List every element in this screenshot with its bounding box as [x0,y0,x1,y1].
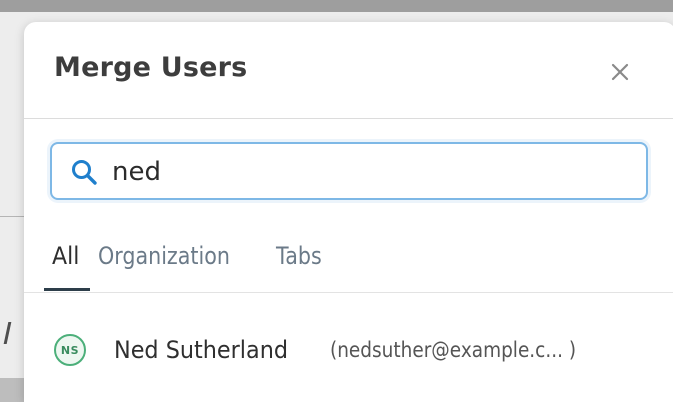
search-icon [72,160,97,185]
close-icon [611,63,629,81]
active-tab-indicator [44,288,90,291]
avatar: NS [54,334,86,366]
dialog-header: Merge Users [24,22,673,119]
user-name: Ned Sutherland [114,336,289,364]
background-divider [0,216,24,217]
dialog-title: Merge Users [54,52,248,83]
merge-users-dialog: Merge Users All Organization Tabs NS Ned… [24,22,673,402]
background-topbar [0,0,673,12]
filter-tabs: All Organization Tabs [24,230,673,293]
tab-tabs[interactable]: Tabs [276,242,322,270]
search-input[interactable] [112,152,632,192]
user-email: (nedsuther@example.c... ) [330,338,577,362]
background-partial-glyph [3,322,22,344]
search-box[interactable] [50,142,648,200]
tab-all[interactable]: All [52,242,79,270]
close-button[interactable] [604,56,636,88]
tab-organization[interactable]: Organization [98,242,230,270]
